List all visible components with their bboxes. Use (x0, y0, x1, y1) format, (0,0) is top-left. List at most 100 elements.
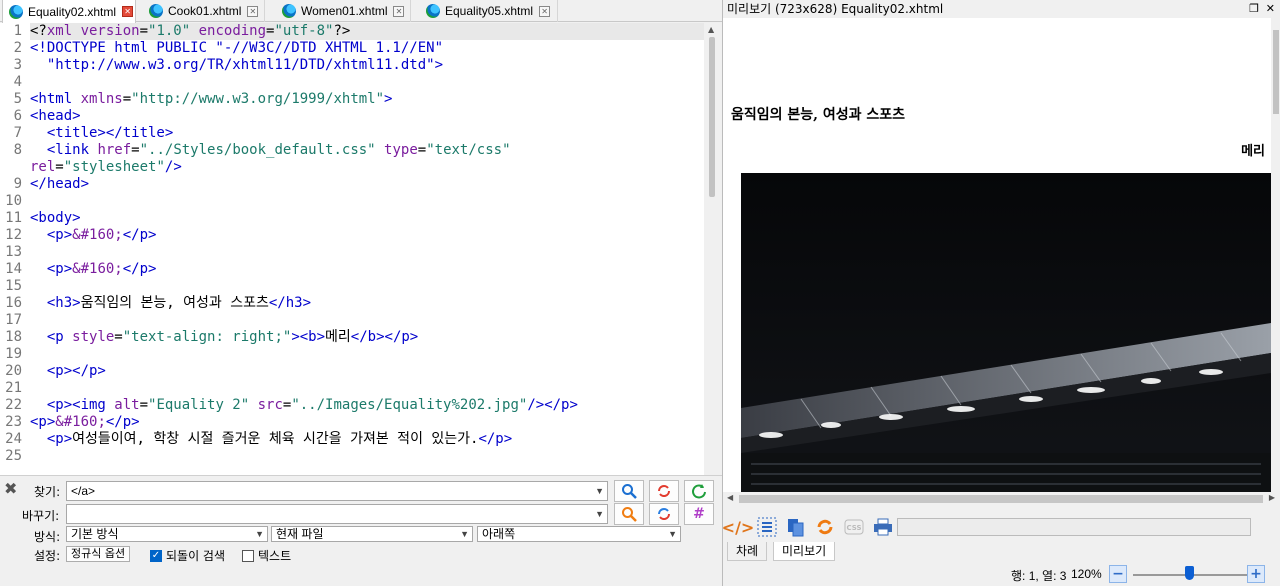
code-text[interactable]: <?xml version="1.0" encoding="utf-8"?> <!… (30, 23, 704, 465)
code-editor[interactable]: 1 2 3 4 5 6 7 8 9 10 11 12 13 14 15 16 17 18 19 20 21 22 23 24 2… (0, 23, 704, 475)
scrollbar-thumb[interactable] (709, 37, 715, 197)
code-line[interactable]: <html xmlns="http://www.w3.org/1999/xhtm… (30, 91, 704, 108)
redo-green-icon (692, 484, 706, 499)
code-token: <h3> (30, 295, 81, 311)
close-tab-icon[interactable]: ✕ (539, 5, 551, 17)
code-line[interactable]: <p>&#160;</p> (30, 227, 704, 244)
chevron-down-icon[interactable]: ▼ (595, 505, 604, 523)
chevron-down-icon[interactable]: ▼ (668, 527, 677, 541)
close-find-icon[interactable]: ✖ (4, 479, 17, 498)
code-token: "text/css" (426, 142, 511, 158)
code-line[interactable] (30, 74, 704, 91)
code-line[interactable]: <!DOCTYPE html PUBLIC "-//W3C//DTD XHTML… (30, 40, 704, 57)
code-token: 여성들이여, 학창 시절 즐거운 체육 시간을 가져본 적이 있는가. (72, 431, 479, 447)
code-line[interactable]: <head> (30, 108, 704, 125)
zoom-in-button[interactable]: + (1247, 565, 1265, 583)
code-line[interactable]: <p><img alt="Equality 2" src="../Images/… (30, 397, 704, 414)
code-line[interactable]: <p>&#160;</p> (30, 414, 704, 431)
stadium-photo (741, 173, 1271, 492)
code-line[interactable] (30, 448, 704, 465)
find-button[interactable] (614, 480, 644, 502)
tab-equality02[interactable]: Equality02.xhtml ✕ (2, 0, 136, 23)
code-token: type (375, 142, 418, 158)
preview-heading: 움직임의 본능, 여성과 스포츠 (731, 107, 906, 123)
scroll-left-icon[interactable]: ◀ (727, 493, 733, 502)
count-button[interactable] (649, 480, 679, 502)
hash-button[interactable]: # (684, 503, 714, 525)
chevron-down-icon[interactable]: ▼ (595, 482, 604, 500)
code-line[interactable]: <p>&#160;</p> (30, 261, 704, 278)
text-only-checkbox[interactable]: 텍스트 (242, 547, 291, 564)
code-line[interactable]: <title></title> (30, 125, 704, 142)
tab-equality05[interactable]: Equality05.xhtml ✕ (420, 0, 558, 22)
zoom-slider-thumb[interactable] (1185, 566, 1194, 580)
chevron-down-icon[interactable]: ▼ (460, 527, 469, 541)
code-line[interactable] (30, 193, 704, 210)
css-toggle-button[interactable]: CSS (843, 516, 865, 538)
close-tab-icon[interactable]: ✕ (122, 6, 134, 17)
code-token: ><b> (291, 329, 326, 345)
printer-icon (874, 518, 892, 536)
select-all-button[interactable] (756, 516, 778, 538)
code-line[interactable]: <link href="../Styles/book_default.css" … (30, 142, 704, 159)
code-line[interactable] (30, 278, 704, 295)
code-line[interactable]: <p>여성들이여, 학창 시절 즐거운 체육 시간을 가져본 적이 있는가.</… (30, 431, 704, 448)
code-line[interactable] (30, 346, 704, 363)
scrollbar-thumb[interactable] (739, 495, 1263, 503)
code-line[interactable]: <h3>움직임의 본능, 여성과 스포츠</h3> (30, 295, 704, 312)
code-line[interactable]: "http://www.w3.org/TR/xhtml11/DTD/xhtml1… (30, 57, 704, 74)
preview-vertical-scrollbar[interactable] (1271, 18, 1280, 492)
tab-label: Equality05.xhtml (445, 4, 534, 18)
code-line[interactable]: <p style="text-align: right;"><b>메리</b><… (30, 329, 704, 346)
copy-button[interactable] (785, 516, 807, 538)
replace-find-button[interactable] (614, 503, 644, 525)
cursor-position: 행: 1, 열: 3 (1011, 569, 1067, 583)
code-token: <html (30, 91, 73, 107)
code-line[interactable]: <p></p> (30, 363, 704, 380)
zoom-level: 120% (1071, 567, 1102, 581)
close-tab-icon[interactable]: ✕ (393, 5, 405, 17)
close-panel-icon[interactable]: ✕ (1266, 0, 1275, 18)
code-token: src (249, 397, 283, 413)
scrollbar-thumb[interactable] (1273, 30, 1279, 114)
tab-label: Cook01.xhtml (168, 4, 242, 18)
replace-button[interactable] (649, 503, 679, 525)
chevron-down-icon[interactable]: ▼ (255, 527, 264, 541)
mode-select[interactable]: 기본 방식 ▼ (66, 526, 268, 542)
wrap-search-checkbox[interactable]: ✓ 되돌이 검색 (150, 547, 225, 564)
zoom-out-button[interactable]: − (1109, 565, 1127, 583)
code-line[interactable] (30, 312, 704, 329)
tab-women01[interactable]: Women01.xhtml ✕ (276, 0, 411, 22)
code-line[interactable]: </head> (30, 176, 704, 193)
scroll-up-icon[interactable]: ▲ (708, 25, 714, 34)
tab-preview[interactable]: 미리보기 (773, 542, 836, 561)
tab-toc[interactable]: 차례 (727, 542, 768, 561)
inspect-code-button[interactable]: </> (722, 516, 755, 538)
code-line[interactable] (30, 244, 704, 261)
replace-all-button[interactable] (684, 480, 714, 502)
close-tab-icon[interactable]: ✕ (247, 5, 259, 17)
code-token: "Equality 2" (148, 397, 250, 413)
print-button[interactable] (872, 516, 894, 538)
line-number: 24 (5, 431, 22, 447)
code-line[interactable]: <?xml version="1.0" encoding="utf-8"?> (30, 23, 704, 40)
code-token: <link (30, 142, 90, 158)
tab-cook01[interactable]: Cook01.xhtml ✕ (143, 0, 265, 22)
find-input[interactable]: </a> ▼ (66, 481, 608, 501)
replace-input[interactable]: ▼ (66, 504, 608, 524)
regex-options-button[interactable]: 정규식 옵션 (66, 546, 131, 562)
preview-progress-bar (897, 518, 1251, 536)
scroll-right-icon[interactable]: ▶ (1269, 493, 1275, 502)
preview-toolbar: </> CSS (722, 508, 1280, 542)
restore-window-icon[interactable]: ❐ (1249, 0, 1259, 18)
code-line[interactable] (30, 380, 704, 397)
preview-view[interactable]: 움직임의 본능, 여성과 스포츠 메리 (723, 18, 1271, 492)
direction-select[interactable]: 아래쪽 ▼ (477, 526, 681, 542)
code-token: xmlns (72, 91, 123, 107)
editor-vertical-scrollbar[interactable]: ▲ (704, 23, 722, 475)
code-line[interactable]: <body> (30, 210, 704, 227)
reload-preview-button[interactable] (814, 516, 836, 538)
preview-horizontal-scrollbar[interactable]: ◀ ▶ (723, 492, 1280, 506)
code-line[interactable]: rel="stylesheet"/> (30, 159, 704, 176)
scope-select[interactable]: 현재 파일 ▼ (271, 526, 473, 542)
